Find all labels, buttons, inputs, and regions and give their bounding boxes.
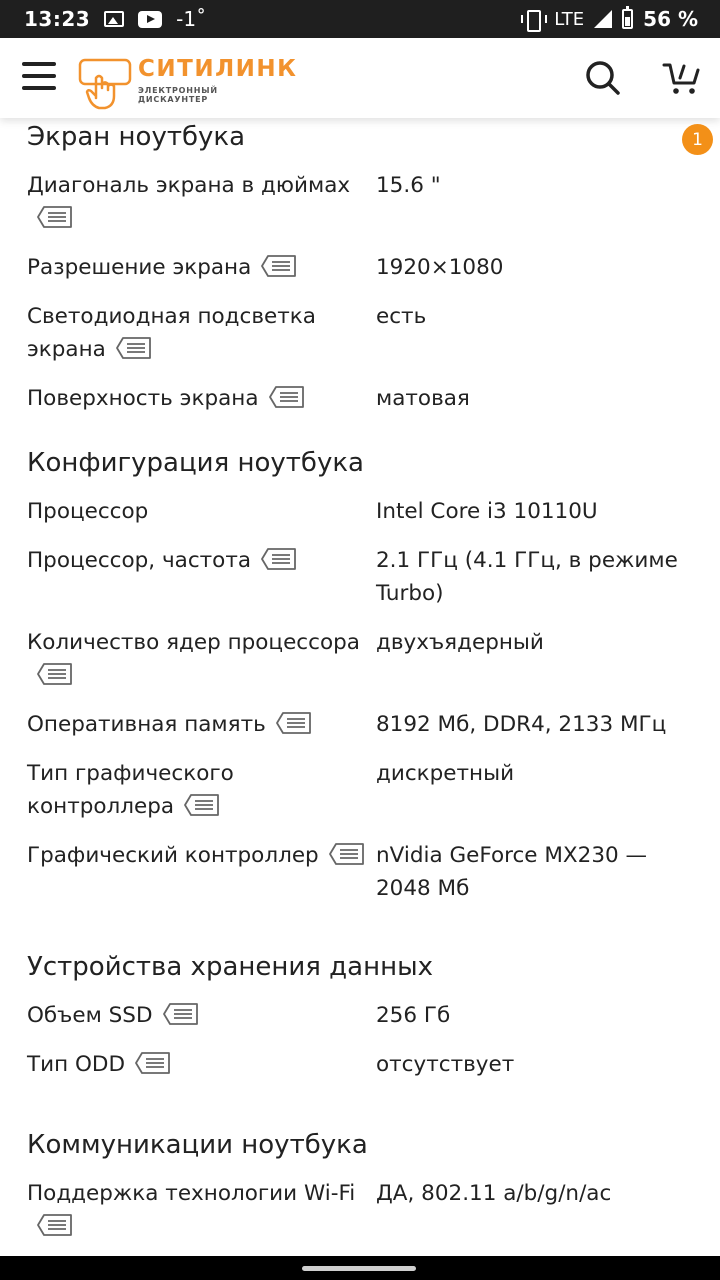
spec-row: Объем SSD 256 Гб [27,999,700,1032]
spec-row: Тип графического контроллера дискретный [27,757,700,823]
section-title: Конфигурация ноутбука [27,448,364,478]
spec-row: Разрешение экрана 1920×1080 [27,251,700,284]
help-comment-icon[interactable] [261,254,297,278]
help-comment-icon[interactable] [261,547,297,571]
spec-value: 15.6 " [376,173,441,198]
spec-value: 256 Гб [376,1003,451,1028]
home-gesture-handle[interactable] [302,1266,416,1271]
status-bar: 13:23 -1˚ LTE 56 % [0,0,720,38]
help-comment-icon[interactable] [37,1213,73,1237]
system-nav-bar [0,1256,720,1280]
help-comment-icon[interactable] [275,711,312,735]
menu-line [22,62,56,66]
spec-section: Экран ноутбука Диагональ экрана в дюймах 1… [0,118,720,415]
spec-label-text: Количество ядер процессора [27,630,360,655]
spec-value: отсутствует [376,1052,515,1077]
section-title: Экран ноутбука [27,122,246,152]
menu-line [22,86,56,90]
help-comment-icon[interactable] [37,662,73,686]
spec-label-text: Процессор, частота [27,548,252,573]
spec-label: Поддержка технологии Wi-Fi [27,1177,376,1243]
spec-label: Объем SSD [27,999,376,1032]
menu-button[interactable] [22,62,58,94]
spec-value: матовая [376,386,470,411]
spec-section: Устройства хранения данных Объем SSD 256 Г… [0,945,720,1081]
spec-value: 2.1 ГГц (4.1 ГГц, в режиме Turbo) [376,548,678,606]
spec-value: Intel Core i3 10110U [376,499,598,524]
cart-button[interactable] [662,60,702,96]
spec-label-text: Светодиодная подсветка экрана [27,304,316,362]
spec-value: есть [376,304,427,329]
spec-value: nVidia GeForce MX230 — 2048 Мб [376,843,648,901]
spec-label-text: Поверхность экрана [27,386,259,411]
spec-row: Светодиодная подсветка экрана есть [27,300,700,366]
cart-icon [662,63,700,94]
spec-value: 1920×1080 [376,255,504,280]
image-icon [104,11,125,27]
help-comment-icon[interactable] [184,793,220,817]
spec-row: Тип ODD отсутствует [27,1048,700,1081]
spec-label: Процессор, частота [27,544,376,610]
help-comment-icon[interactable] [268,385,305,409]
spec-label: Тип ODD [27,1048,376,1081]
brand-name: СИТИЛИНК [138,56,298,82]
battery-icon [622,6,634,29]
spec-row: Оперативная память 8192 Мб, DDR4, 2133 МГ… [27,708,700,741]
spec-row: Диагональ экрана в дюймах 15.6 " [27,169,700,235]
spec-label: Тип графического контроллера [27,757,376,823]
spec-label-text: Разрешение экрана [27,255,252,280]
spec-label-text: Тип ODD [27,1052,126,1077]
brand-tagline: ЭЛЕКТРОННЫЙ ДИСКАУНТЕР [138,86,218,104]
search-icon [586,61,620,95]
spec-label: Диагональ экрана в дюймах [27,169,376,235]
cart-count-badge[interactable]: 1 [682,124,713,155]
spec-label: Поверхность экрана [27,382,376,415]
spec-label-text: Диагональ экрана в дюймах [27,173,351,198]
search-button[interactable] [585,60,621,96]
logo-hand-icon [78,58,132,110]
spec-section: Конфигурация ноутбука Процессор Intel Core… [0,441,720,905]
section-title: Устройства хранения данных [27,952,433,982]
section-title: Коммуникации ноутбука [27,1130,368,1160]
brand-logo[interactable]: СИТИЛИНК ЭЛЕКТРОННЫЙ ДИСКАУНТЕР [78,56,296,112]
help-comment-icon[interactable] [328,842,365,866]
spec-label-text: Оперативная память [27,712,266,737]
help-comment-icon[interactable] [37,205,73,229]
specs-content[interactable]: Экран ноутбука Диагональ экрана в дюймах 1… [0,118,720,1256]
youtube-icon [138,10,163,28]
spec-row: Количество ядер процессора двухъядерный [27,626,700,692]
spec-label: Количество ядер процессора [27,626,376,692]
spec-value: дискретный [376,761,515,786]
status-time: 13:23 [24,7,91,31]
spec-label: Светодиодная подсветка экрана [27,300,376,366]
spec-row: Процессор Intel Core i3 10110U [27,495,700,528]
spec-row: Графический контроллер nVidia GeForce MX2… [27,839,700,905]
spec-label: Оперативная память [27,708,376,741]
help-comment-icon[interactable] [115,336,152,360]
spec-value: 8192 Мб, DDR4, 2133 МГц [376,712,667,737]
status-temperature: -1˚ [176,7,207,31]
spec-label: Процессор [27,495,376,528]
spec-label-text: Графический контроллер [27,843,319,868]
spec-label: Разрешение экрана [27,251,376,284]
spec-label-text: Объем SSD [27,1003,153,1028]
spec-label: Графический контроллер [27,839,376,905]
menu-line [22,74,56,78]
help-comment-icon[interactable] [162,1002,199,1026]
spec-label-text: Процессор [27,499,149,524]
spec-section: Коммуникации ноутбука Поддержка технологи… [0,1123,720,1243]
spec-row: Поверхность экрана матовая [27,382,700,415]
vibrate-icon [520,10,548,32]
app-header: СИТИЛИНК ЭЛЕКТРОННЫЙ ДИСКАУНТЕР [0,38,720,118]
specs-list: Экран ноутбука Диагональ экрана в дюймах 1… [0,118,720,1256]
help-comment-icon[interactable] [135,1051,171,1075]
spec-value: двухъядерный [376,630,544,655]
signal-icon [594,10,613,28]
spec-label-text: Поддержка технологии Wi-Fi [27,1181,356,1206]
spec-value: ДА, 802.11 a/b/g/n/ac [376,1181,612,1206]
spec-row: Процессор, частота 2.1 ГГц (4.1 ГГц, в ре… [27,544,700,610]
status-battery: 56 % [643,7,698,31]
spec-row: Поддержка технологии Wi-Fi ДА, 802.11 a/b… [27,1177,700,1243]
status-network: LTE [554,8,585,30]
